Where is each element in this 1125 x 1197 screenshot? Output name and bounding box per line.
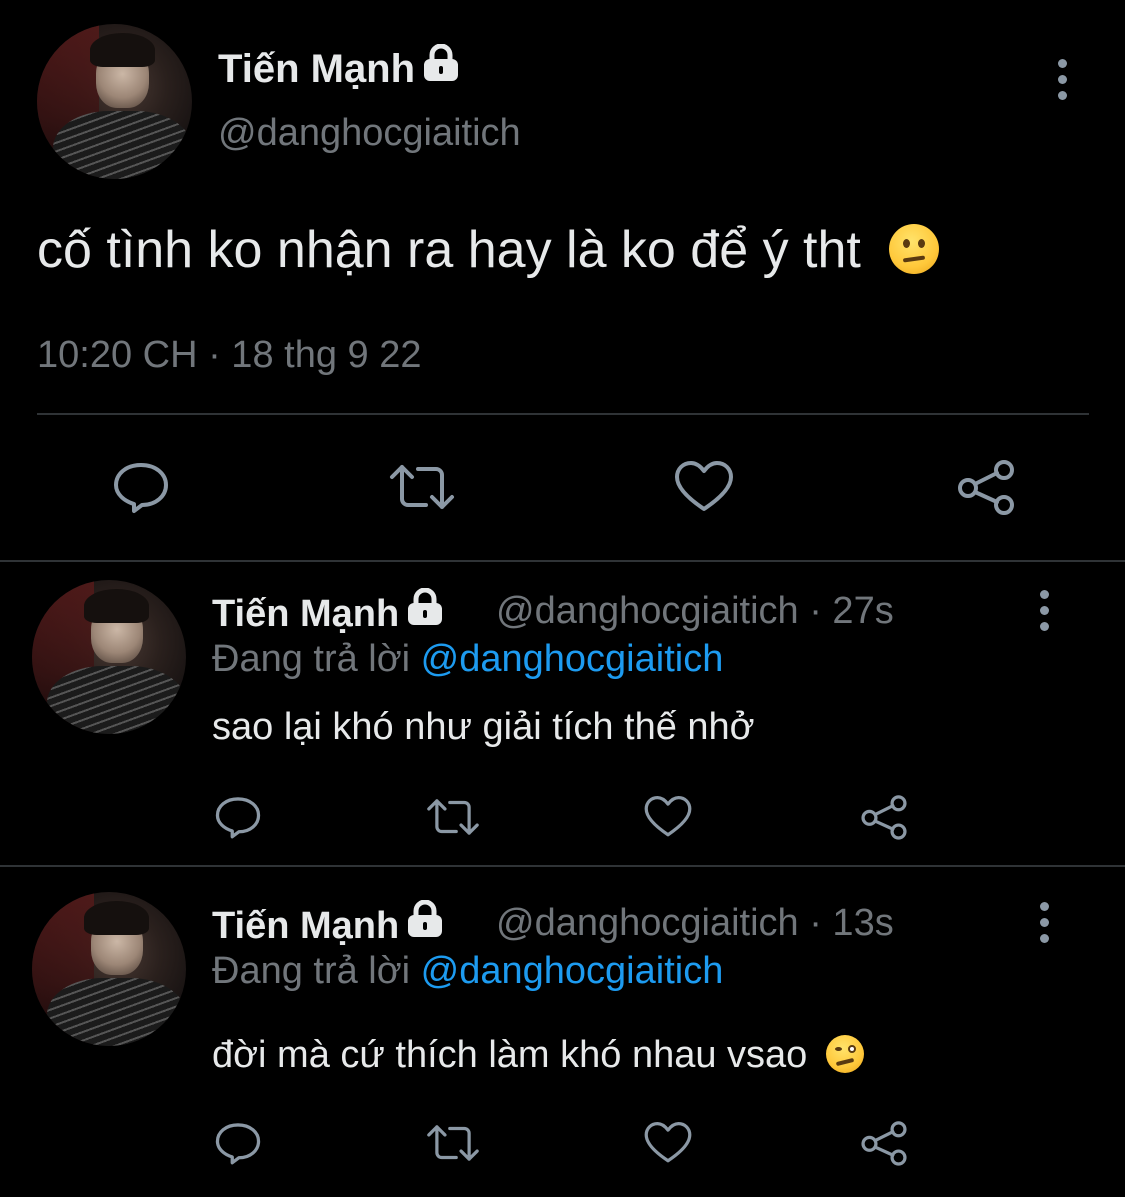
like-button[interactable] <box>638 790 698 844</box>
reply-icon <box>215 797 261 839</box>
mention-link[interactable]: @danghocgiaitich <box>421 950 724 992</box>
replying-to: Đang trả lời @danghocgiaitich <box>212 950 723 993</box>
retweet-button[interactable] <box>384 454 460 520</box>
divider <box>0 865 1125 867</box>
more-icon[interactable] <box>1038 590 1050 631</box>
like-button[interactable] <box>668 454 740 520</box>
share-icon <box>861 1121 907 1166</box>
retweet-icon <box>390 465 454 509</box>
reply-icon <box>114 463 168 513</box>
divider <box>0 560 1125 562</box>
retweet-button[interactable] <box>422 790 484 844</box>
like-icon <box>644 796 692 837</box>
replying-label: Đang trả lời <box>212 638 411 680</box>
retweet-icon <box>427 1125 479 1161</box>
mention-link[interactable]: @danghocgiaitich <box>421 638 724 680</box>
tweet-text: sao lại khó như giải tích thế nhở <box>212 706 755 748</box>
like-button[interactable] <box>638 1116 698 1170</box>
reply-button[interactable] <box>208 1116 268 1170</box>
tweet-timestamp[interactable]: 10:20 CH · 18 thg 9 22 <box>37 334 421 377</box>
author-name[interactable]: Tiến Mạnh <box>218 43 461 92</box>
share-button[interactable] <box>950 454 1022 520</box>
tweet-text: cố tình ko nhận ra hay là ko để ý tht <box>37 220 940 280</box>
share-button[interactable] <box>856 1116 912 1170</box>
author-handle[interactable]: @danghocgiaitich <box>218 112 521 155</box>
author-name[interactable]: Tiến Mạnh <box>212 587 445 636</box>
share-button[interactable] <box>856 790 912 844</box>
share-icon <box>958 460 1014 515</box>
more-icon[interactable] <box>1056 59 1068 100</box>
tweet-text: đời mà cứ thích làm khó nhau vsao <box>212 1034 864 1077</box>
lock-icon <box>405 587 445 636</box>
tweet-text-content: cố tình ko nhận ra hay là ko để ý tht <box>37 221 861 279</box>
author-handle[interactable]: @danghocgiaitich · 27s <box>496 590 894 633</box>
like-icon <box>644 1122 692 1163</box>
replying-label: Đang trả lời <box>212 950 411 992</box>
author-handle[interactable]: @danghocgiaitich · 13s <box>496 902 894 945</box>
woozy-face-emoji <box>825 1034 864 1073</box>
neutral-face-emoji <box>889 224 940 275</box>
reply-icon <box>215 1123 261 1165</box>
replying-to: Đang trả lời @danghocgiaitich <box>212 638 723 681</box>
author-name[interactable]: Tiến Mạnh <box>212 899 445 948</box>
author-name-text[interactable]: Tiến Mạnh <box>212 905 399 947</box>
retweet-icon <box>427 799 479 835</box>
tweet-text-content: đời mà cứ thích làm khó nhau vsao <box>212 1034 808 1076</box>
lock-icon <box>421 43 461 92</box>
author-name-text[interactable]: Tiến Mạnh <box>218 47 415 91</box>
share-icon <box>861 795 907 840</box>
more-icon[interactable] <box>1038 902 1050 943</box>
retweet-button[interactable] <box>422 1116 484 1170</box>
author-name-text[interactable]: Tiến Mạnh <box>212 593 399 635</box>
avatar[interactable] <box>32 892 186 1046</box>
reply-button[interactable] <box>208 790 268 844</box>
like-icon <box>675 461 733 511</box>
lock-icon <box>405 899 445 948</box>
reply-button[interactable] <box>105 454 177 520</box>
avatar[interactable] <box>32 580 186 734</box>
avatar[interactable] <box>37 24 192 179</box>
divider <box>37 413 1089 415</box>
